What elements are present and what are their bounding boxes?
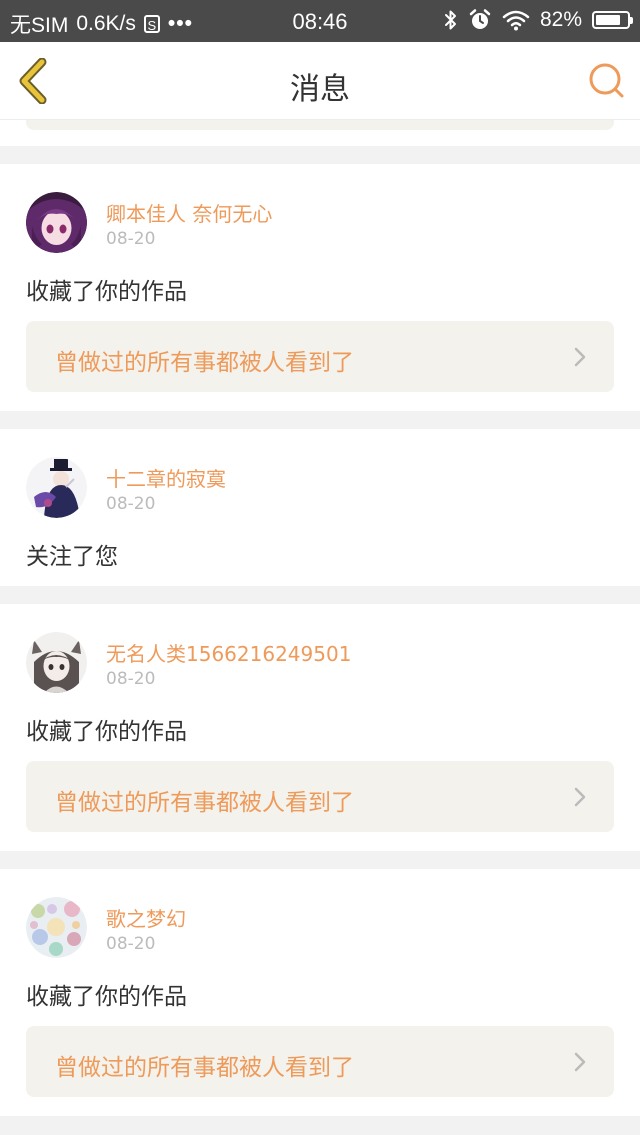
avatar[interactable] bbox=[26, 897, 87, 958]
user-name[interactable]: 歌之梦幻 bbox=[106, 903, 186, 932]
notification-card: 无名人类1566216249501 08-20 收藏了你的作品 曾做过的所有事都… bbox=[0, 604, 640, 851]
notification-feed: 卿本佳人 奈何无心 08-20 收藏了你的作品 曾做过的所有事都被人看到了 十二… bbox=[0, 164, 640, 1134]
page-title: 消息 bbox=[290, 72, 350, 107]
nav-bar: 消息 bbox=[0, 42, 640, 120]
avatar[interactable] bbox=[26, 632, 87, 693]
battery-level bbox=[596, 15, 620, 25]
notification-date: 08-20 bbox=[106, 934, 156, 954]
chevron-right-icon bbox=[574, 787, 586, 807]
wifi-icon bbox=[502, 10, 530, 31]
notification-action: 收藏了你的作品 bbox=[26, 984, 187, 1010]
work-link[interactable]: 曾做过的所有事都被人看到了 bbox=[26, 321, 614, 392]
notification-date: 08-20 bbox=[106, 494, 156, 514]
work-link[interactable]: 曾做过的所有事都被人看到了 bbox=[26, 761, 614, 832]
status-bar: 无SIM 0.6K/s S ••• 08:46 82% bbox=[0, 0, 640, 42]
work-link[interactable]: 曾做过的所有事都被人看到了 bbox=[26, 1026, 614, 1097]
alarm-icon bbox=[469, 9, 491, 29]
work-title: 曾做过的所有事都被人看到了 bbox=[55, 1055, 354, 1081]
chevron-right-icon bbox=[574, 1052, 586, 1072]
battery-percent: 82% bbox=[539, 8, 582, 31]
partial-notification-card bbox=[0, 120, 640, 146]
status-bar-right: 82% bbox=[444, 8, 633, 32]
notification-action: 收藏了你的作品 bbox=[26, 279, 187, 305]
avatar[interactable] bbox=[26, 457, 87, 518]
user-name[interactable]: 无名人类1566216249501 bbox=[106, 638, 351, 667]
notification-card: 卿本佳人 奈何无心 08-20 收藏了你的作品 曾做过的所有事都被人看到了 bbox=[0, 164, 640, 411]
notification-action: 收藏了你的作品 bbox=[26, 719, 187, 745]
notification-card: 十二章的寂寞 08-20 关注了您 bbox=[0, 429, 640, 586]
battery-icon bbox=[592, 11, 633, 29]
work-title: 曾做过的所有事都被人看到了 bbox=[55, 350, 354, 376]
avatar[interactable] bbox=[26, 192, 87, 253]
notification-card: 歌之梦幻 08-20 收藏了你的作品 曾做过的所有事都被人看到了 bbox=[0, 869, 640, 1116]
notification-date: 08-20 bbox=[106, 229, 156, 249]
bluetooth-icon bbox=[444, 10, 456, 30]
user-name[interactable]: 卿本佳人 奈何无心 bbox=[106, 198, 272, 227]
user-name[interactable]: 十二章的寂寞 bbox=[106, 463, 226, 492]
partial-work-box[interactable] bbox=[26, 120, 614, 130]
chevron-right-icon bbox=[574, 347, 586, 367]
search-icon[interactable] bbox=[588, 62, 626, 100]
notification-date: 08-20 bbox=[106, 669, 156, 689]
notification-action: 关注了您 bbox=[26, 544, 118, 570]
work-title: 曾做过的所有事都被人看到了 bbox=[55, 790, 354, 816]
